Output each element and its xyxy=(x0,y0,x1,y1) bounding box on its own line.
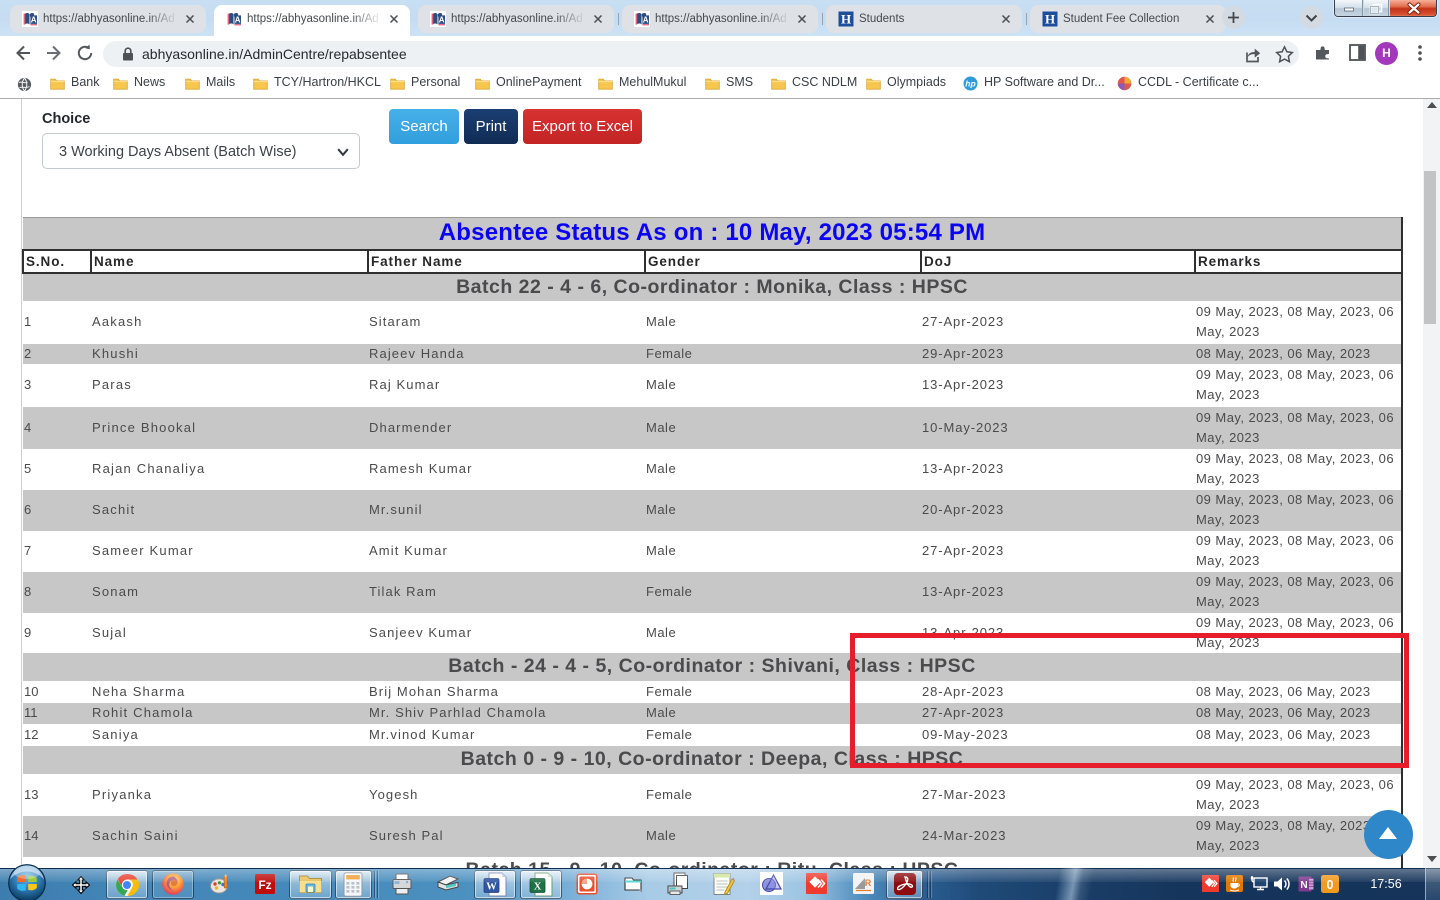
svg-text:A: A xyxy=(31,15,37,24)
svg-text:Fz: Fz xyxy=(258,878,271,892)
svg-text:H: H xyxy=(1045,12,1055,27)
svg-text:hp: hp xyxy=(965,79,975,89)
svg-text:H: H xyxy=(841,12,851,27)
svg-text:A: A xyxy=(439,15,445,24)
svg-text:X: X xyxy=(534,882,542,893)
svg-text:A: A xyxy=(235,15,241,24)
svg-text:R: R xyxy=(865,878,872,888)
svg-text:W: W xyxy=(486,882,497,893)
svg-text:A: A xyxy=(643,15,649,24)
svg-text:0: 0 xyxy=(1327,878,1334,892)
svg-text:N: N xyxy=(1300,880,1307,891)
